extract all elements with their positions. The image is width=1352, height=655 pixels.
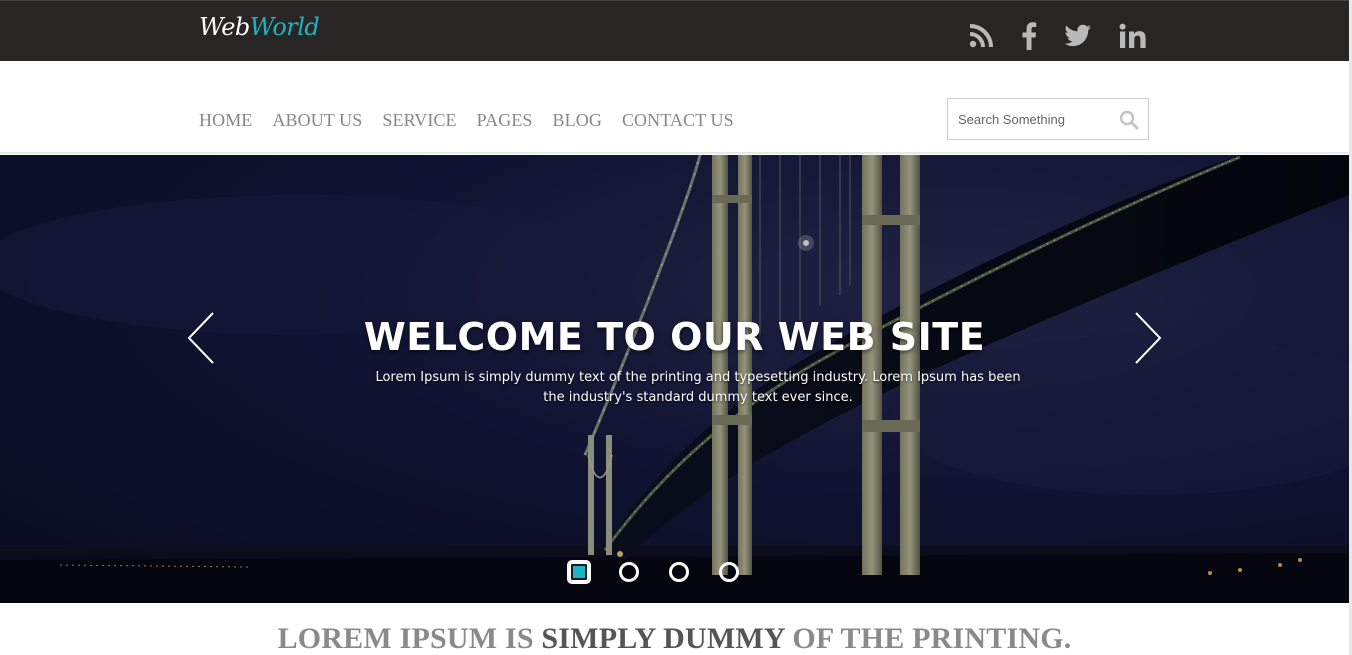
top-bar: WebWorld — [0, 0, 1352, 61]
main-menu: HOME ABOUT US SERVICE PAGES BLOG CONTACT… — [199, 110, 754, 131]
search-box — [947, 98, 1149, 140]
section-heading-part3: OF THE PRINTING. — [784, 622, 1072, 655]
search-icon[interactable] — [1119, 110, 1139, 135]
main-navigation-bar: HOME ABOUT US SERVICE PAGES BLOG CONTACT… — [0, 61, 1352, 154]
search-input[interactable] — [948, 99, 1116, 139]
section-heading: LOREM IPSUM IS SIMPLY DUMMY OF THE PRINT… — [0, 622, 1349, 655]
hero-title: WELCOME TO OUR WEB SITE — [363, 315, 986, 359]
logo-world-text: World — [249, 13, 320, 41]
nav-item-contact-us[interactable]: CONTACT US — [622, 110, 734, 131]
hero-slider: WELCOME TO OUR WEB SITE Lorem Ipsum is s… — [0, 155, 1349, 603]
slide-dot-2[interactable] — [619, 562, 639, 582]
slide-dot-1[interactable] — [567, 560, 591, 584]
twitter-icon[interactable] — [1062, 19, 1094, 53]
nav-item-home[interactable]: HOME — [199, 110, 252, 131]
section-heading-emphasis: SIMPLY DUMMY — [541, 622, 785, 655]
linkedin-icon[interactable] — [1116, 19, 1150, 53]
nav-item-pages[interactable]: PAGES — [477, 110, 533, 131]
slide-dot-3[interactable] — [669, 562, 689, 582]
slide-dot-4[interactable] — [719, 562, 739, 582]
logo-web-text: Web — [199, 13, 250, 41]
facebook-icon[interactable] — [1016, 19, 1042, 53]
slider-pagination — [567, 560, 769, 584]
nav-item-service[interactable]: SERVICE — [382, 110, 456, 131]
hero-description: Lorem Ipsum is simply dummy text of the … — [375, 370, 1021, 405]
site-logo[interactable]: WebWorld — [199, 13, 320, 41]
nav-item-blog[interactable]: BLOG — [553, 110, 602, 131]
nav-item-about-us[interactable]: ABOUT US — [272, 110, 362, 131]
rss-icon[interactable] — [966, 19, 996, 53]
section-heading-part1: LOREM IPSUM IS — [277, 622, 542, 655]
